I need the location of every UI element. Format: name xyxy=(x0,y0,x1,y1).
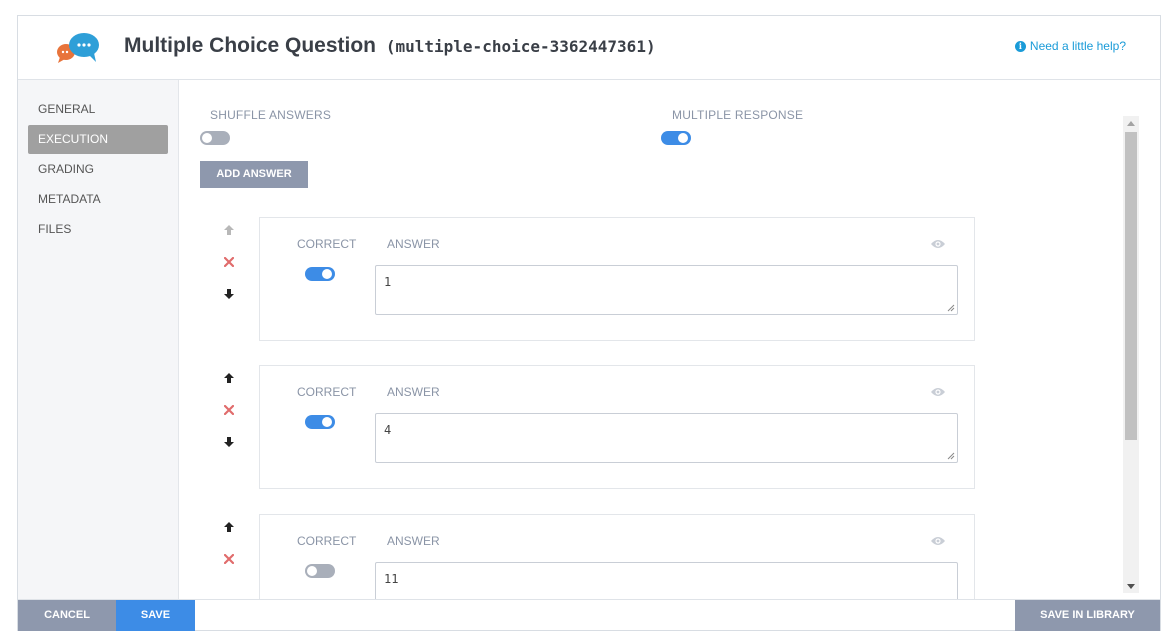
answer-label: ANSWER xyxy=(387,237,440,251)
sidebar-item-files[interactable]: FILES xyxy=(28,215,168,244)
correct-label: CORRECT xyxy=(297,534,357,548)
scroll-up-icon[interactable] xyxy=(1123,116,1139,130)
answer-label: ANSWER xyxy=(387,385,440,399)
preview-eye-icon[interactable] xyxy=(930,386,946,398)
move-up-icon xyxy=(222,223,236,237)
shuffle-answers-label: SHUFFLE ANSWERS xyxy=(210,108,332,122)
execution-panel: SHUFFLE ANSWERS MULTIPLE RESPONSE ADD AN… xyxy=(180,80,1160,599)
correct-toggle[interactable] xyxy=(305,267,335,281)
answer-label: ANSWER xyxy=(387,534,440,548)
toggle-knob xyxy=(202,133,212,143)
correct-toggle[interactable] xyxy=(305,415,335,429)
scroll-thumb[interactable] xyxy=(1125,132,1137,440)
delete-answer-icon[interactable] xyxy=(222,552,236,566)
info-icon: i xyxy=(1014,40,1026,52)
dialog-header: Multiple Choice Question (multiple-choic… xyxy=(18,16,1160,80)
answer-text: 1 xyxy=(384,275,392,289)
save-button[interactable]: SAVE xyxy=(116,600,195,631)
page-title: Multiple Choice Question (multiple-choic… xyxy=(124,34,656,58)
resize-grip-icon[interactable] xyxy=(947,452,955,460)
correct-toggle[interactable] xyxy=(305,564,335,578)
shuffle-answers-toggle[interactable] xyxy=(200,131,230,145)
answer-text: 11 xyxy=(384,572,399,586)
multiple-response-toggle[interactable] xyxy=(661,131,691,145)
dialog-footer: CANCEL SAVE SAVE IN LIBRARY xyxy=(18,599,1160,631)
content-scrollbar[interactable] xyxy=(1123,116,1139,593)
toggle-knob xyxy=(307,566,317,576)
resize-grip-icon[interactable] xyxy=(947,304,955,312)
answer-text: 4 xyxy=(384,423,392,437)
delete-answer-icon[interactable] xyxy=(222,255,236,269)
add-answer-button[interactable]: ADD ANSWER xyxy=(200,161,308,188)
sidebar-item-grading[interactable]: GRADING xyxy=(28,155,168,184)
answer-textarea[interactable]: 4 xyxy=(375,413,958,463)
move-up-icon[interactable] xyxy=(222,520,236,534)
correct-label: CORRECT xyxy=(297,385,357,399)
toggle-knob xyxy=(322,417,332,427)
preview-eye-icon[interactable] xyxy=(930,535,946,547)
question-editor-dialog: Multiple Choice Question (multiple-choic… xyxy=(17,15,1161,631)
move-up-icon[interactable] xyxy=(222,371,236,385)
help-link[interactable]: i Need a little help? xyxy=(1014,39,1126,53)
toggle-knob xyxy=(322,269,332,279)
move-down-icon[interactable] xyxy=(222,287,236,301)
help-link-label: Need a little help? xyxy=(1029,39,1126,53)
scroll-down-icon[interactable] xyxy=(1123,579,1139,593)
question-id-code: (multiple-choice-3362447361) xyxy=(385,37,656,56)
multiple-response-label: MULTIPLE RESPONSE xyxy=(672,108,804,122)
sidebar-item-metadata[interactable]: METADATA xyxy=(28,185,168,214)
answer-card: CORRECT ANSWER 11 xyxy=(259,514,975,599)
answer-card: CORRECT ANSWER 4 xyxy=(259,365,975,489)
save-in-library-button[interactable]: SAVE IN LIBRARY xyxy=(1015,600,1160,631)
answer-card: CORRECT ANSWER 1 xyxy=(259,217,975,341)
question-type-title: Multiple Choice Question xyxy=(124,34,377,57)
toggle-knob xyxy=(678,133,688,143)
sidebar-item-execution[interactable]: EXECUTION xyxy=(28,125,168,154)
delete-answer-icon[interactable] xyxy=(222,403,236,417)
chat-bubbles-icon xyxy=(56,32,102,66)
sidebar-item-general[interactable]: GENERAL xyxy=(28,95,168,124)
cancel-button[interactable]: CANCEL xyxy=(18,600,116,631)
answer-textarea[interactable]: 1 xyxy=(375,265,958,315)
correct-label: CORRECT xyxy=(297,237,357,251)
move-down-icon[interactable] xyxy=(222,435,236,449)
answer-textarea[interactable]: 11 xyxy=(375,562,958,599)
sidebar-nav: GENERAL EXECUTION GRADING METADATA FILES xyxy=(18,80,179,599)
preview-eye-icon[interactable] xyxy=(930,238,946,250)
